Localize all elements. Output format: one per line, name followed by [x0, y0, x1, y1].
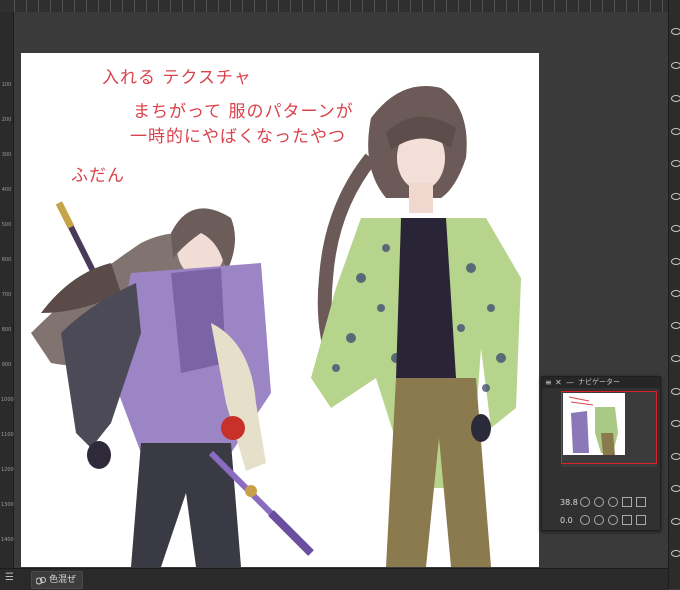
eye-icon[interactable]: [671, 388, 680, 395]
tab-label: 色混ぜ: [49, 575, 77, 585]
character-illustration-right: [311, 86, 521, 567]
eye-icon[interactable]: [671, 322, 680, 329]
fit-window-icon[interactable]: [622, 497, 632, 507]
drawing-canvas[interactable]: 入れる テクスチャ まちがって 服のパターンが 一時的にやばくなったやつ ふだん: [21, 53, 539, 567]
eye-icon[interactable]: [671, 95, 680, 102]
ruler-number: 300: [1, 152, 12, 158]
ruler-number: 1100: [1, 432, 14, 438]
eye-icon[interactable]: [671, 290, 680, 297]
eye-icon[interactable]: [671, 453, 680, 460]
eye-icon[interactable]: [671, 550, 680, 557]
navigator-preview[interactable]: [561, 391, 657, 467]
ruler-number: 1300: [1, 502, 14, 508]
navigator-titlebar[interactable]: ≡ ✕ — ナビゲーター: [542, 377, 660, 388]
ruler-number: 900: [1, 362, 12, 368]
flip-vertical-icon[interactable]: [636, 515, 646, 525]
bottom-status-bar: ☰ 色混ぜ: [0, 568, 668, 590]
layer-visibility-strip: [668, 0, 680, 589]
eye-icon[interactable]: [671, 420, 680, 427]
eye-icon[interactable]: [671, 28, 680, 35]
top-ruler: [0, 0, 668, 12]
eye-icon[interactable]: [671, 225, 680, 232]
navigator-rotation-row: 0.0: [560, 512, 646, 528]
zoom-in-icon[interactable]: [594, 497, 604, 507]
navigator-panel[interactable]: ≡ ✕ — ナビゲーター 38.8 0.0: [541, 376, 661, 531]
character-illustration-left: [31, 201, 314, 567]
ruler-number: 400: [1, 187, 12, 193]
tab-color-mixing[interactable]: 色混ぜ: [31, 571, 84, 589]
reset-rotation-icon[interactable]: [608, 515, 618, 525]
ruler-number: 100: [1, 82, 12, 88]
palette-icon: [36, 576, 46, 584]
eye-icon[interactable]: [671, 160, 680, 167]
rotation-value[interactable]: 0.0: [560, 516, 576, 525]
left-ruler: 100 200 300 400 500 600 700 800 900 1000…: [0, 12, 14, 568]
navigator-view-frame[interactable]: [561, 391, 657, 464]
zoom-out-icon[interactable]: [580, 497, 590, 507]
zoom-value[interactable]: 38.8: [560, 498, 578, 507]
fit-screen-icon[interactable]: [608, 497, 618, 507]
ruler-number: 1200: [1, 467, 14, 473]
eye-icon[interactable]: [671, 62, 680, 69]
actual-size-icon[interactable]: [636, 497, 646, 507]
minimize-icon[interactable]: —: [566, 377, 574, 388]
menu-icon[interactable]: ☰: [5, 572, 14, 583]
ruler-number: 500: [1, 222, 12, 228]
ruler-number: 700: [1, 292, 12, 298]
navigator-title: ナビゲーター: [578, 378, 620, 386]
close-icon[interactable]: ✕: [555, 377, 562, 388]
top-ruler-ticks: [14, 0, 664, 12]
ruler-number: 1400: [1, 537, 14, 543]
eye-icon[interactable]: [671, 355, 680, 362]
navigator-zoom-row: 38.8: [560, 494, 646, 510]
panel-menu-icon[interactable]: ≡: [545, 377, 552, 388]
flip-horizontal-icon[interactable]: [622, 515, 632, 525]
rotate-right-icon[interactable]: [594, 515, 604, 525]
ruler-number: 800: [1, 327, 12, 333]
ruler-number: 200: [1, 117, 12, 123]
handwritten-note: 入れる テクスチャ: [102, 68, 252, 88]
eye-icon[interactable]: [671, 485, 680, 492]
rotate-left-icon[interactable]: [580, 515, 590, 525]
eye-icon[interactable]: [671, 128, 680, 135]
eye-icon[interactable]: [671, 518, 680, 525]
eye-icon[interactable]: [671, 193, 680, 200]
eye-icon[interactable]: [671, 258, 680, 265]
ruler-number: 1000: [1, 397, 14, 403]
ruler-number: 600: [1, 257, 12, 263]
